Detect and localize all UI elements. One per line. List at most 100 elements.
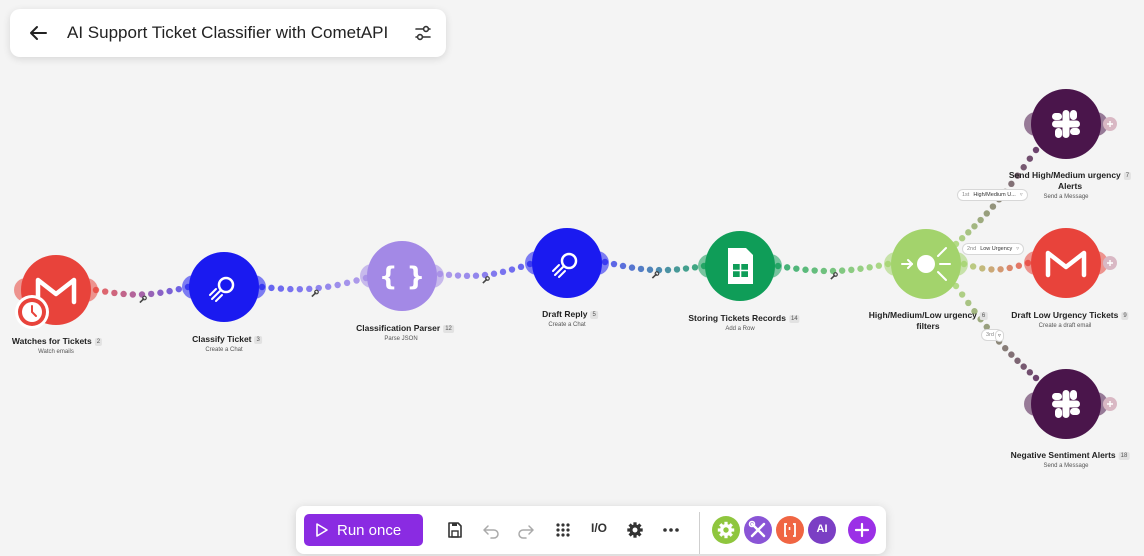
- connection-dot: [664, 266, 672, 274]
- route-order: 3rd: [986, 332, 994, 338]
- node-label-slack-alerts: Send High/Medium urgency 7 Alerts: [1008, 170, 1132, 192]
- plus-icon: [854, 522, 870, 538]
- connection-dot: [1002, 345, 1009, 352]
- connection-dot: [838, 267, 846, 274]
- toolbar-divider: [699, 512, 700, 554]
- scenario-title[interactable]: AI Support Ticket Classifier with CometA…: [67, 23, 388, 43]
- connection-dot: [166, 287, 173, 295]
- connection-dot: [619, 262, 627, 270]
- connection-dot: [802, 266, 809, 273]
- connection-dot: [129, 291, 136, 298]
- connection-dot: [1026, 155, 1034, 162]
- run-once-label: Run once: [337, 522, 402, 539]
- node-draft[interactable]: [525, 228, 609, 298]
- connection-dot: [445, 271, 453, 279]
- route-label: Low Urgency: [980, 246, 1013, 252]
- connection-dot: [875, 262, 883, 269]
- connection-dot: [682, 265, 690, 272]
- redo-icon[interactable]: [515, 519, 537, 541]
- connection-dot: [983, 210, 990, 217]
- node-badge: 5: [590, 310, 598, 319]
- gear-icon: [717, 521, 735, 539]
- node-subtitle-sheets: Add a Row: [725, 326, 755, 332]
- add-module-button[interactable]: [848, 516, 876, 544]
- connection-dot: [324, 283, 332, 290]
- ai-tools-button[interactable]: AI: [808, 516, 836, 544]
- route-filter-1[interactable]: 1st High/Medium U... ▿: [957, 189, 1028, 201]
- node-badge: 6: [979, 311, 988, 320]
- save-icon[interactable]: [444, 519, 466, 541]
- connection-dot: [102, 288, 109, 295]
- node-title: Classification Parser: [356, 323, 441, 333]
- node-parser[interactable]: { }: [360, 241, 444, 311]
- add-next-module-button[interactable]: [1103, 256, 1117, 270]
- svg-text:{ }: { }: [379, 262, 425, 292]
- grid-icon[interactable]: [552, 519, 574, 541]
- connection-dot: [820, 267, 828, 275]
- node-gmail-draft[interactable]: [1024, 228, 1108, 298]
- connection-dot: [988, 266, 995, 273]
- node-title: Draft Reply: [542, 309, 588, 319]
- io-button[interactable]: I/O: [591, 521, 607, 535]
- route-filter-3-icon[interactable]: ▿: [995, 330, 1004, 342]
- connection-dot: [306, 285, 313, 293]
- connection-dot: [1026, 369, 1034, 376]
- route-filter-2[interactable]: 2nd Low Urgency ▿: [962, 243, 1025, 255]
- node-sheets[interactable]: [698, 231, 782, 301]
- connection-dot: [508, 266, 516, 273]
- undo-icon[interactable]: [480, 519, 502, 541]
- node-subtitle-classify: Create a Chat: [205, 347, 243, 353]
- text-parser-button[interactable]: [776, 516, 804, 544]
- node-label-classify: Classify Ticket 3: [192, 334, 262, 345]
- add-next-module-button[interactable]: [1103, 117, 1117, 131]
- node-classify[interactable]: [182, 252, 266, 322]
- node-watch[interactable]: [14, 255, 98, 329]
- connection-dot: [857, 265, 864, 272]
- node-title: Send High/Medium urgency: [1008, 170, 1121, 180]
- run-once-button[interactable]: Run once: [304, 514, 423, 546]
- wrench-icon: [651, 271, 660, 279]
- bottom-toolbar: Run once I/O AI: [296, 506, 886, 554]
- more-icon[interactable]: [660, 519, 682, 541]
- connection-line: [774, 260, 892, 275]
- node-badge: 2: [94, 337, 103, 346]
- node-label-sheets: Storing Tickets Records 14: [688, 313, 800, 324]
- node-badge: 14: [788, 314, 800, 323]
- node-circle: [532, 228, 602, 298]
- settings-icon[interactable]: [624, 519, 646, 541]
- ai-label: AI: [816, 523, 828, 535]
- node-label-parser: Classification Parser 12: [356, 323, 454, 334]
- connection-dot: [977, 216, 984, 224]
- node-subtitle-watch: Watch emails: [38, 349, 74, 355]
- wrench-icon: [311, 289, 319, 298]
- node-subtitle-slack-alerts: Send a Message: [1043, 194, 1089, 200]
- route-label: High/Medium U...: [973, 192, 1016, 198]
- connection-dot: [783, 264, 791, 271]
- node-circle: [189, 252, 259, 322]
- node-title: Classify Ticket: [192, 334, 252, 344]
- connection-dot: [793, 265, 800, 272]
- connection-dot: [463, 272, 471, 280]
- connection-dot: [1015, 262, 1023, 269]
- connection-dot: [997, 266, 1004, 273]
- filter-icon: ▿: [998, 333, 1001, 339]
- node-label-slack-negative: Negative Sentiment Alerts 18: [1011, 450, 1130, 461]
- connection-line: [601, 258, 708, 274]
- connection-dot: [637, 265, 645, 273]
- connection-line: [960, 259, 1032, 273]
- connection-dot: [1020, 363, 1027, 370]
- add-next-module-button[interactable]: [1103, 397, 1117, 411]
- node-badge: 3: [254, 335, 262, 344]
- connection-line: [92, 283, 192, 298]
- connection-dot: [334, 281, 341, 289]
- tools-button[interactable]: [744, 516, 772, 544]
- back-arrow-icon[interactable]: [26, 21, 50, 45]
- json-icon: { }: [379, 262, 425, 292]
- node-title-line2: filters: [916, 321, 940, 331]
- connection-dot: [148, 290, 155, 298]
- node-title: Storing Tickets Records: [688, 313, 786, 323]
- tools-gear-button[interactable]: [712, 516, 740, 544]
- connection-dot: [1006, 264, 1013, 272]
- node-title: High/Medium/Low urgency: [868, 310, 977, 320]
- sliders-icon[interactable]: [412, 22, 434, 44]
